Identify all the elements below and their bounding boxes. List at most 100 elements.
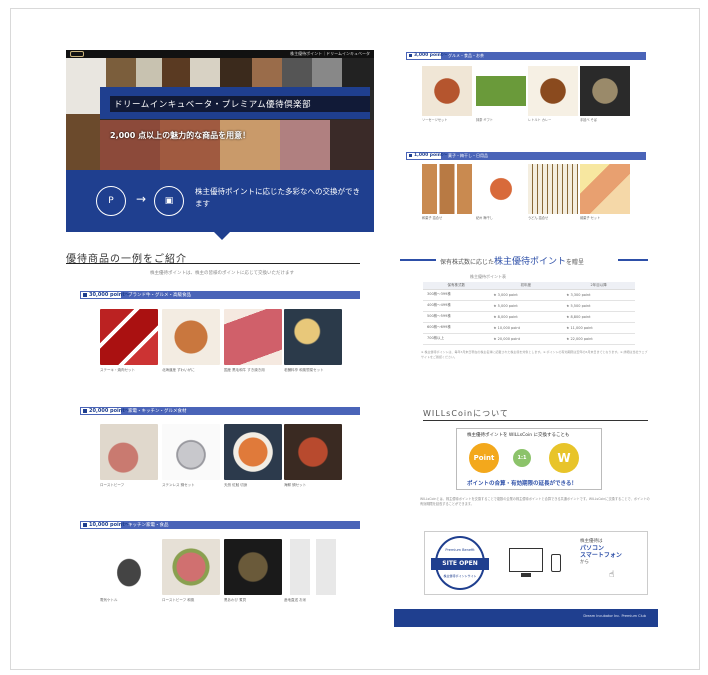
point-coin-icon: Point <box>469 443 499 473</box>
product-image <box>284 424 342 480</box>
product-caption: 北海道産 ずわいがに <box>162 368 195 372</box>
intro-rule <box>66 263 360 264</box>
willscoin-rule <box>423 420 648 421</box>
product-caption: レトルト カレー <box>528 118 552 122</box>
left-column: 株主優待ポイント｜ドリームインキュベータ ドリームインキュベータ・プレミアム優待… <box>66 50 374 240</box>
product-image <box>162 424 220 480</box>
product-caption: 電気ケトル <box>100 598 118 602</box>
product-card[interactable]: 和菓子 詰合せ <box>422 164 472 220</box>
product-caption: ステンレス 鍋セット <box>162 483 195 487</box>
table-cell: 400株〜499株 <box>423 300 490 312</box>
product-caption: 抹茶 ギフト <box>476 118 493 122</box>
table-cell: ★ 10,000 point <box>489 322 563 334</box>
product-card[interactable]: ローストビーフ 和風 <box>162 539 220 603</box>
product-card[interactable]: 電気ケトル <box>100 539 158 603</box>
tier-points: 3,000 point〜 <box>406 52 448 60</box>
product-image <box>580 164 630 214</box>
pointer-hand-icon: ☝ <box>609 570 615 580</box>
points-table: 保有株式数 初年度 2年目以降 300株〜399株 ★ 3,000 point … <box>423 282 635 345</box>
tier-desc: グルメ・食品・お茶 <box>448 53 484 58</box>
product-caption: 産地直送 お米 <box>284 598 307 602</box>
table-cell: ★ 3,000 point <box>489 289 563 301</box>
arrow-right-icon: → <box>136 192 147 206</box>
product-caption: 黒あわび 煮貝 <box>224 598 247 602</box>
product-caption: 和菓子 詰合せ <box>422 216 443 220</box>
tier-points: 30,000 point〜 <box>80 291 130 299</box>
table-cell: ★ 8,000 point <box>489 311 563 323</box>
table-cell: ★ 20,000 point <box>489 333 563 345</box>
table-cell: 300株〜399株 <box>423 289 490 301</box>
tier-desc: 家電・キッチン・グルメ食材 <box>128 409 187 414</box>
table-cell: ★ 5,000 point <box>489 300 563 312</box>
badge-bottom-text: 株主優待ポイントサイト <box>443 574 477 578</box>
tier-bar-30000: 30,000 point〜 ブランド牛・グルメ・高級食品 <box>80 291 360 299</box>
product-caption: 焼菓子 セット <box>580 216 601 220</box>
tier-points: 1,000 point〜 <box>406 152 448 160</box>
footer-bar: Dream Incubator Inc. Premium Club <box>394 609 658 627</box>
product-card[interactable]: ソーセージセット <box>422 66 472 122</box>
product-caption: 天然 紅鮭 切身 <box>224 483 248 487</box>
product-card[interactable]: 焼菓子 セット <box>580 164 630 220</box>
product-card[interactable]: 手延べ そば <box>580 66 630 122</box>
product-caption: 国産 黒毛和牛 すき焼き用 <box>224 368 265 372</box>
product-caption: 紀州 梅干し <box>476 216 493 220</box>
product-card[interactable]: うどん 詰合せ <box>528 164 578 220</box>
tier-bar-1000: 1,000 point〜 菓子・梅干し・日用品 <box>406 152 646 160</box>
table-cell: ★ 5,500 point <box>562 300 635 312</box>
product-card[interactable]: 抹茶 ギフト <box>476 66 526 122</box>
product-card[interactable]: 天然 紅鮭 切身 <box>224 424 282 488</box>
product-caption: ソーセージセット <box>422 118 448 122</box>
product-card[interactable]: 老舗料亭 和風惣菜セット <box>284 309 342 373</box>
hero-subtitle: 2,000 点以上の魅力的な商品を用意！ <box>110 131 251 140</box>
tier-desc: ブランド牛・グルメ・高級食品 <box>128 293 191 298</box>
site-open-box[interactable]: Premium Benefit SITE OPEN 株主優待ポイントサイト 株主… <box>424 531 648 595</box>
badge-top-text: Premium Benefit <box>445 548 475 552</box>
product-card[interactable]: レトルト カレー <box>528 66 578 122</box>
product-image <box>422 66 472 116</box>
product-card[interactable]: ローストビーフ <box>100 424 158 488</box>
device-text: 株主優待は パソコン スマートフォン から <box>580 539 622 565</box>
table-row: 300株〜399株 ★ 3,000 point ★ 3,300 point <box>423 289 635 301</box>
table-header: 初年度 <box>489 282 563 290</box>
product-image <box>162 309 220 365</box>
product-caption: 老舗料亭 和風惣菜セット <box>284 368 324 372</box>
product-image <box>528 66 578 116</box>
willscoin-box-top: 株主優待ポイントを WILLsCoin に交換することも <box>467 433 570 438</box>
product-card[interactable]: 海鮮 鍋セット <box>284 424 342 488</box>
hero-banner: 株主優待ポイント｜ドリームインキュベータ ドリームインキュベータ・プレミアム優待… <box>66 50 374 232</box>
product-card[interactable]: 国産 黒毛和牛 すき焼き用 <box>224 309 282 373</box>
footer-text: Dream Incubator Inc. Premium Club <box>583 614 646 618</box>
product-image <box>422 164 472 214</box>
table-header: 2年目以降 <box>562 282 635 290</box>
monitor-stand-icon <box>521 573 531 577</box>
badge-ribbon: SITE OPEN <box>431 558 489 570</box>
table-header: 保有株式数 <box>423 282 490 290</box>
product-caption: ステーキ・焼肉セット <box>100 368 135 372</box>
table-row: 700株以上 ★ 20,000 point ★ 22,000 point <box>423 333 635 345</box>
tier-bar-3000: 3,000 point〜 グルメ・食品・お茶 <box>406 52 646 60</box>
product-image <box>284 539 342 595</box>
product-caption: 手延べ そば <box>580 118 597 122</box>
hero-notch <box>214 232 230 240</box>
table-cell: 700株以上 <box>423 333 490 345</box>
product-card[interactable]: 黒あわび 煮貝 <box>224 539 282 603</box>
table-cell: ★ 3,300 point <box>562 289 635 301</box>
product-card[interactable]: ステンレス 鍋セット <box>162 424 220 488</box>
product-image <box>100 309 158 365</box>
product-card[interactable]: 産地直送 お米 <box>284 539 342 603</box>
gift-icon: ▣ <box>154 186 184 216</box>
intro-desc: 株主優待ポイントは、株主の皆様のポイントに応じて交換いただけます <box>150 271 294 276</box>
product-image <box>100 424 158 480</box>
hero-band-text: 株主優待ポイントに応じた多彩なへの交換ができます <box>195 187 360 208</box>
product-card[interactable]: ステーキ・焼肉セット <box>100 309 158 373</box>
table-cell: ★ 8,800 point <box>562 311 635 323</box>
willscoin-box: 株主優待ポイントを WILLsCoin に交換することも Point 1:1 W… <box>456 428 602 490</box>
tier-points: 10,000 point〜 <box>80 521 130 529</box>
hero-title: ドリームインキュベータ・プレミアム優待倶楽部 <box>110 96 370 112</box>
product-image <box>162 539 220 595</box>
product-card[interactable]: 北海道産 ずわいがに <box>162 309 220 373</box>
product-caption: ローストビーフ 和風 <box>162 598 195 602</box>
product-card[interactable]: 紀州 梅干し <box>476 164 526 220</box>
product-caption: うどん 詰合せ <box>528 216 549 220</box>
table-cell: ★ 22,000 point <box>562 333 635 345</box>
